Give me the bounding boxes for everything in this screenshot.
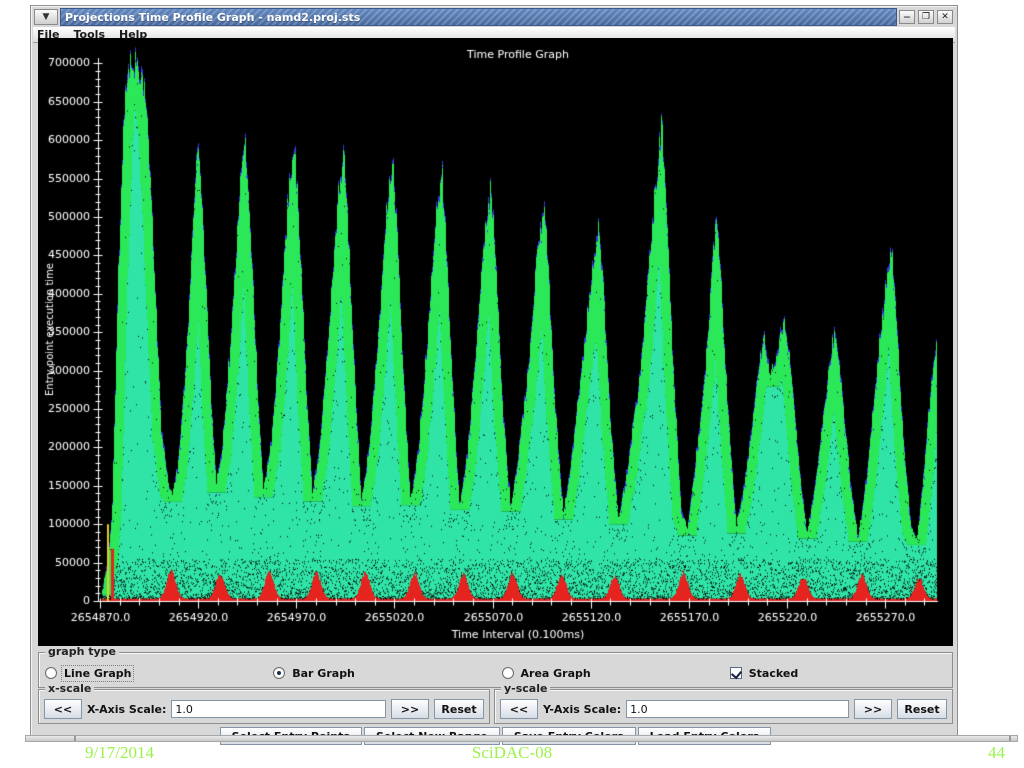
- radio-bar-graph[interactable]: Bar Graph: [267, 659, 495, 687]
- area-graph-label: Area Graph: [519, 666, 593, 681]
- bar-graph-label: Bar Graph: [290, 666, 357, 681]
- y-scale-input[interactable]: 1.0: [626, 700, 849, 718]
- x-scale-legend: x-scale: [45, 683, 94, 695]
- time-profile-chart: [38, 38, 953, 646]
- maximize-button[interactable]: ❐: [918, 10, 934, 24]
- y-scale-legend: y-scale: [501, 683, 550, 695]
- stacked-label: Stacked: [747, 666, 800, 681]
- x-scale-panel: x-scale << X-Axis Scale: 1.0 >> Reset: [38, 689, 490, 724]
- x-scale-input[interactable]: 1.0: [171, 700, 386, 718]
- bar-graph-radio-icon: [273, 667, 285, 679]
- graph-type-panel: graph type Line Graph Bar Graph Area Gra…: [38, 652, 953, 688]
- y-scale-back-button[interactable]: <<: [500, 699, 538, 719]
- line-graph-label: Line Graph: [62, 666, 133, 681]
- window-title: Projections Time Profile Graph - namd2.p…: [65, 11, 360, 24]
- area-graph-radio-icon: [502, 667, 514, 679]
- titlebar: ▼ Projections Time Profile Graph - namd2…: [33, 8, 955, 26]
- line-graph-radio-icon: [45, 667, 57, 679]
- y-scale-label: Y-Axis Scale:: [543, 703, 621, 716]
- graph-type-legend: graph type: [45, 646, 119, 658]
- close-button[interactable]: ✕: [937, 10, 953, 24]
- graph-type-options: Line Graph Bar Graph Area Graph Stacked: [39, 659, 952, 687]
- window-resize-bar[interactable]: [25, 735, 1018, 742]
- slide-footer-center: SciDAC-08: [0, 743, 1024, 763]
- close-icon: ✕: [941, 13, 949, 22]
- titlebar-main: Projections Time Profile Graph - namd2.p…: [60, 8, 897, 26]
- shade-window-button[interactable]: ▼: [34, 9, 58, 25]
- x-scale-row: << X-Axis Scale: 1.0 >> Reset: [44, 699, 484, 719]
- slide-page-number: 44: [988, 743, 1005, 763]
- app-window: ▼ Projections Time Profile Graph - namd2…: [30, 5, 958, 742]
- x-scale-back-button[interactable]: <<: [44, 699, 82, 719]
- titlebar-buttons: — ❐ ✕: [897, 8, 955, 26]
- shade-icon: ▼: [43, 12, 50, 22]
- x-scale-label: X-Axis Scale:: [87, 703, 166, 716]
- x-scale-reset-button[interactable]: Reset: [434, 699, 484, 719]
- y-scale-row: << Y-Axis Scale: 1.0 >> Reset: [500, 699, 947, 719]
- y-scale-panel: y-scale << Y-Axis Scale: 1.0 >> Reset: [494, 689, 953, 724]
- checkbox-stacked[interactable]: Stacked: [724, 659, 952, 687]
- minimize-icon: —: [904, 14, 911, 21]
- minimize-button[interactable]: —: [899, 10, 915, 24]
- maximize-icon: ❐: [922, 13, 930, 22]
- y-scale-reset-button[interactable]: Reset: [897, 699, 947, 719]
- y-scale-forward-button[interactable]: >>: [854, 699, 892, 719]
- x-scale-forward-button[interactable]: >>: [391, 699, 429, 719]
- stacked-checkbox-icon: [730, 667, 742, 679]
